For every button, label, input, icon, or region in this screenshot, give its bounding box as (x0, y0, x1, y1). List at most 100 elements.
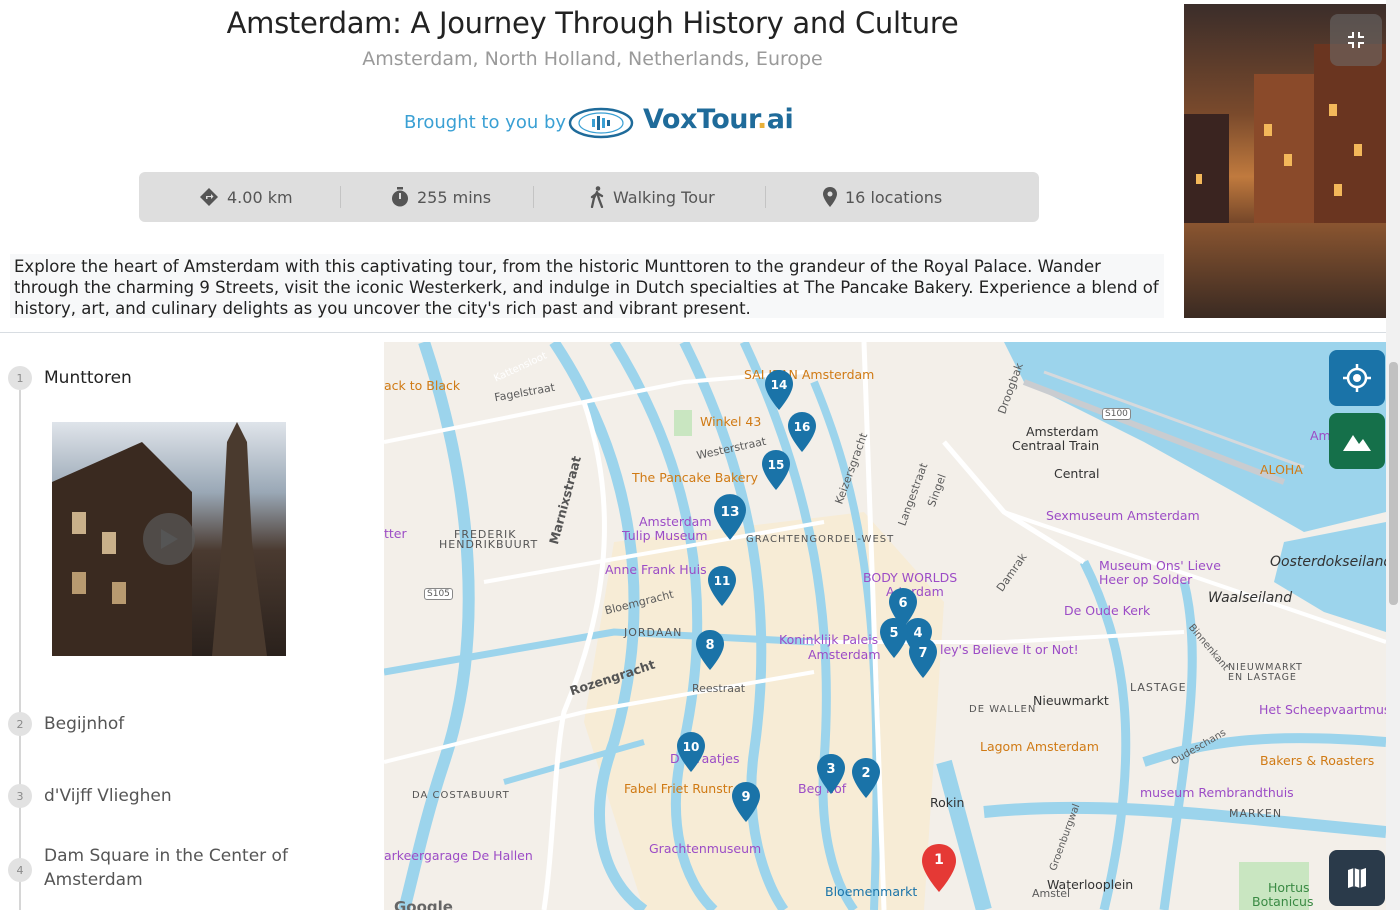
map-pin-7[interactable]: 7 (909, 638, 937, 678)
map-label-anne-frank[interactable]: Anne Frank Huis (605, 562, 707, 577)
map-label-amstel: Amstel (1032, 887, 1071, 900)
locate-button[interactable] (1329, 350, 1385, 406)
stat-distance: 4.00 km (199, 172, 293, 222)
route-icon (200, 188, 218, 206)
pin-number: 16 (794, 420, 811, 434)
map-pin-16[interactable]: 16 (788, 412, 816, 452)
stat-distance-value: 4.00 km (227, 187, 293, 207)
map-label-nieuwmarkt-area-2: EN LASTAGE (1228, 672, 1297, 683)
map-pin-9[interactable]: 9 (732, 782, 760, 822)
voxtour-logo-icon[interactable] (568, 107, 634, 139)
stops-timeline (19, 390, 21, 910)
map-label-bloemenmarkt[interactable]: Bloemenmarkt (825, 884, 917, 899)
map-label-ons-lieve-2[interactable]: Heer op Solder (1099, 572, 1192, 587)
map-label-central-metro[interactable]: Central (1054, 466, 1100, 481)
map-label-s105: S105 (424, 588, 453, 600)
stat-duration: 255 mins (391, 172, 491, 222)
map-label-body-worlds-1[interactable]: BODY WORLDS (863, 570, 957, 585)
stat-duration-value: 255 mins (417, 187, 492, 207)
map-label-centraal-1[interactable]: Amsterdam (1026, 424, 1099, 439)
stop-name: Dam Square in the Center of Amsterdam (44, 846, 288, 890)
map-pin-8[interactable]: 8 (696, 630, 724, 670)
map-label-royal-palace-1[interactable]: Koninklijk Paleis (779, 632, 878, 647)
pin-number: 3 (826, 762, 835, 777)
google-logo: Google (394, 898, 453, 910)
location-pin-icon (823, 187, 837, 207)
pin-number: 5 (889, 626, 898, 641)
map-label-reestraat: Reestraat (692, 682, 746, 695)
map-label-scheepvaart[interactable]: Het Scheepvaartmus (1259, 702, 1386, 717)
pin-number: 6 (898, 596, 907, 611)
page-subtitle: Amsterdam, North Holland, Netherlands, E… (362, 48, 823, 70)
play-icon (161, 529, 178, 549)
map-label-am[interactable]: Am (1310, 428, 1331, 443)
map-label-tulip-museum-1[interactable]: Amsterdam (639, 514, 712, 529)
map-label-bakers-roasters[interactable]: Bakers & Roasters (1260, 753, 1374, 768)
map-label-marken: MARKEN (1229, 807, 1283, 820)
map-label-centraal-2[interactable]: Centraal Train (1012, 438, 1099, 453)
map-pin-3[interactable]: 3 (817, 754, 845, 794)
map-pin-6[interactable]: 6 (889, 588, 917, 628)
map-label-ripleys[interactable]: ley's Believe It or Not! (940, 642, 1079, 657)
map-label-ons-lieve-1[interactable]: Museum Ons' Lieve (1099, 558, 1221, 573)
map-pin-2[interactable]: 2 (852, 758, 880, 798)
map-label-grachtenmuseum[interactable]: Grachtenmuseum (649, 841, 761, 856)
stop-name: Munttoren (44, 368, 132, 388)
map-pin-11[interactable]: 11 (708, 566, 736, 606)
pin-number: 2 (861, 766, 870, 781)
stop-number: 2 (8, 712, 32, 736)
map-label-waalseiland: Waalseiland (1208, 590, 1293, 606)
map-pin-10[interactable]: 10 (677, 732, 705, 772)
pin-number: 13 (720, 504, 739, 520)
map-label-s100: S100 (1102, 408, 1131, 420)
locate-icon (1343, 364, 1371, 392)
map-label-sexmuseum[interactable]: Sexmuseum Amsterdam (1046, 508, 1200, 523)
pin-number: 14 (771, 378, 788, 392)
map-icon (1348, 868, 1366, 888)
pin-number: 10 (683, 740, 700, 754)
play-button[interactable] (143, 513, 195, 565)
map-label-tter[interactable]: tter (384, 526, 407, 541)
map-label-hendrikbuurt: HENDRIKBUURT (439, 538, 539, 551)
map-label-de-hallen[interactable]: arkeergarage De Hallen (384, 848, 533, 863)
pin-number: 15 (768, 458, 785, 472)
stop-name: d'Vijff Vlieghen (44, 786, 172, 806)
stat-mode-value: Walking Tour (613, 187, 715, 207)
map-pin-13[interactable]: 13 (714, 494, 746, 540)
map-label-oude-kerk[interactable]: De Oude Kerk (1064, 603, 1150, 618)
map-label-nieuwmarkt[interactable]: Nieuwmarkt (1033, 693, 1109, 708)
stat-locations-value: 16 locations (845, 187, 943, 207)
voxtour-brand-name[interactable]: VoxTour.ai (643, 104, 794, 135)
map-label-saint-jean[interactable]: SAI JEAN Amsterdam (744, 367, 874, 382)
terrain-button[interactable] (1329, 413, 1385, 469)
page-scrollbar-thumb[interactable] (1389, 362, 1398, 605)
tour-map[interactable]: ack to Black SAI JEAN Amsterdam Winkel 4… (384, 342, 1386, 910)
map-label-royal-palace-2[interactable]: Amsterdam (808, 647, 881, 662)
map-label-hortus-1[interactable]: Hortus (1268, 880, 1310, 895)
map-pin-14[interactable]: 14 (765, 370, 793, 410)
brought-by-label: Brought to you by (404, 112, 567, 133)
map-pin-15[interactable]: 15 (762, 450, 790, 490)
map-label-rokin[interactable]: Rokin (930, 795, 964, 810)
brand-dot: . (756, 104, 767, 135)
stop-thumbnail[interactable] (52, 422, 286, 656)
map-label-tulip-museum-2[interactable]: Tulip Museum (622, 528, 708, 543)
map-label-rembrandthuis[interactable]: museum Rembrandthuis (1140, 785, 1294, 800)
pin-number: 8 (705, 638, 714, 653)
map-label-aloha[interactable]: ALOHA (1260, 462, 1303, 477)
map-pin-1[interactable]: 1 (922, 844, 956, 892)
stop-number: 3 (8, 784, 32, 808)
stat-locations: 16 locations (823, 172, 942, 222)
map-label-pancake-bakery[interactable]: The Pancake Bakery (632, 470, 758, 485)
map-label-lagom[interactable]: Lagom Amsterdam (980, 739, 1099, 754)
map-label-da-costabuurt: DA COSTABUURT (412, 790, 510, 801)
map-label-back-to-black[interactable]: ack to Black (384, 378, 460, 393)
collapse-button[interactable] (1330, 14, 1382, 66)
map-label-hortus-2[interactable]: Botanicus (1252, 894, 1314, 909)
map-label-fabel-friet[interactable]: Fabel Friet Runstr (624, 781, 733, 796)
tour-page: Amsterdam: A Journey Through History and… (0, 0, 1400, 910)
map-toggle-button[interactable] (1329, 850, 1385, 906)
map-label-winkel-43[interactable]: Winkel 43 (700, 414, 761, 429)
section-divider (0, 332, 1386, 333)
stopwatch-icon (392, 187, 408, 207)
